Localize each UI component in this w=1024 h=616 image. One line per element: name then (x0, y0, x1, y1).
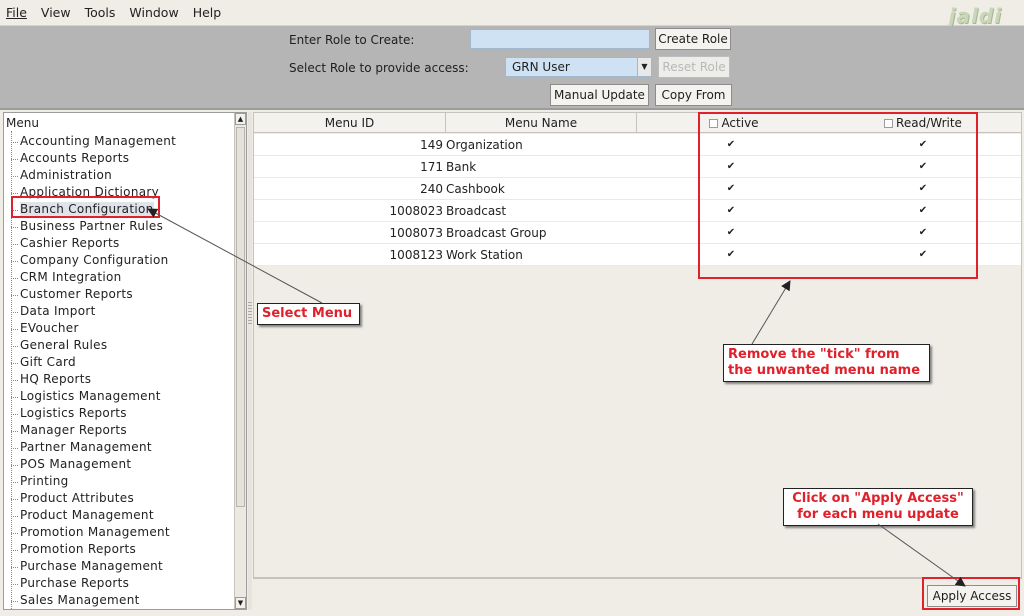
tree-item[interactable]: Logistics Management (11, 389, 161, 403)
menu-tools[interactable]: Tools (85, 5, 116, 20)
tree-item-label: Business Partner Rules (20, 219, 164, 233)
note-remove-tick: Remove the "tick" from the unwanted menu… (723, 344, 930, 382)
tree-item-label: EVoucher (20, 321, 79, 335)
tree-item-label: CRM Integration (20, 270, 122, 284)
tree-item[interactable]: Cashier Reports (11, 236, 120, 250)
highlight-apply-access (922, 577, 1020, 610)
tree-item-label: POS Management (20, 457, 132, 471)
col-menu-name[interactable]: Menu Name (446, 113, 637, 133)
menu-view[interactable]: View (41, 5, 71, 20)
role-toolbar: Enter Role to Create: Create Role Select… (0, 26, 1024, 110)
note-apply-access: Click on "Apply Access" for each menu up… (783, 488, 973, 526)
tree-item-label: Logistics Management (20, 389, 161, 403)
tree-item[interactable]: Product Attributes (10, 491, 135, 505)
scroll-down-icon[interactable]: ▼ (235, 597, 246, 609)
tree-item[interactable]: Administration (10, 168, 113, 182)
tree-item-label: Product Management (20, 508, 154, 522)
select-role-label: Select Role to provide access: (289, 61, 469, 75)
tree-item-label: Logistics Reports (20, 406, 127, 420)
tree-item[interactable]: Promotion Reports (10, 542, 137, 556)
cell-menu-id: 240 (420, 182, 443, 196)
menu-bar: File View Tools Window Help (0, 0, 1024, 26)
tree-item[interactable]: Partner Management (11, 440, 152, 454)
menu-tree: Menu Accounting Management Accounts Repor… (3, 112, 247, 610)
cell-menu-name: Work Station (446, 248, 523, 262)
tree-root[interactable]: Menu (6, 116, 39, 130)
cell-menu-name: Broadcast (446, 204, 507, 218)
tree-item-label: Manager Reports (20, 423, 127, 437)
scroll-up-icon[interactable]: ▲ (235, 113, 246, 125)
tree-item[interactable]: Sales Management (11, 593, 140, 607)
tree-item-label: Purchase Reports (20, 576, 130, 590)
create-role-button[interactable]: Create Role (655, 28, 731, 50)
tree-item-label: Purchase Management (20, 559, 164, 573)
select-role-dropdown[interactable]: GRN User ▼ (505, 57, 652, 77)
tree-item[interactable]: Logistics Reports (11, 406, 127, 420)
create-role-label: Enter Role to Create: (289, 33, 415, 47)
tree-item[interactable]: Purchase Management (10, 559, 164, 573)
tree-item-label: General Rules (20, 338, 108, 352)
cell-menu-id: 171 (420, 160, 443, 174)
tree-item[interactable]: CRM Integration (11, 270, 122, 284)
cell-menu-name: Organization (446, 138, 523, 152)
tree-item[interactable]: Product Management (11, 508, 154, 522)
tree-item-label: Printing (20, 474, 69, 488)
cell-menu-name: Broadcast Group (446, 226, 547, 240)
chevron-down-icon[interactable]: ▼ (637, 58, 651, 76)
tree-item-label: Partner Management (20, 440, 152, 454)
app-logo: jaldi (948, 4, 1002, 28)
table-footer (253, 578, 1022, 612)
tree-item-label: Sales Management (20, 593, 140, 607)
tree-item[interactable]: Company Configuration (11, 253, 169, 267)
tree-item-label: HQ Reports (20, 372, 92, 386)
copy-from-button[interactable]: Copy From (655, 84, 732, 106)
tree-item[interactable]: General Rules (10, 338, 108, 352)
cell-menu-id: 1008123 (389, 248, 443, 262)
tree-item[interactable]: HQ Reports (10, 372, 92, 386)
tree-item[interactable]: Purchase Reports (10, 576, 130, 590)
cell-menu-id: 1008073 (389, 226, 443, 240)
tree-scrollbar[interactable]: ▲ ▼ (234, 113, 246, 609)
tree-item-label: Gift Card (20, 355, 76, 369)
cell-menu-id: 1008023 (389, 204, 443, 218)
tree-item-label: Company Configuration (20, 253, 169, 267)
tree-item[interactable]: POS Management (10, 457, 132, 471)
tree-item-label: Accounts Reports (20, 151, 130, 165)
tree-item[interactable]: Printing (11, 474, 69, 488)
tree-item-label: Promotion Reports (20, 542, 137, 556)
highlight-checkbox-columns (698, 112, 978, 279)
tree-item[interactable]: Manager Reports (11, 423, 127, 437)
tree-item[interactable]: Data Import (11, 304, 96, 318)
menu-window[interactable]: Window (129, 5, 178, 20)
cell-menu-name: Bank (446, 160, 477, 174)
tree-item[interactable]: Accounting Management (10, 134, 177, 148)
tree-item[interactable]: Promotion Management (11, 525, 170, 539)
tree-item-label: Promotion Management (20, 525, 170, 539)
tree-item-label: Customer Reports (20, 287, 133, 301)
scrollbar-thumb[interactable] (236, 127, 245, 507)
tree-item[interactable]: Gift Card (11, 355, 76, 369)
pane-splitter[interactable] (248, 112, 252, 610)
cell-menu-id: 149 (420, 138, 443, 152)
tree-item-label: Data Import (20, 304, 96, 318)
tree-item-label: Product Attributes (20, 491, 135, 505)
tree-item[interactable]: Customer Reports (11, 287, 133, 301)
tree-item-label: Cashier Reports (20, 236, 120, 250)
select-role-value: GRN User (512, 60, 570, 74)
tree-item[interactable]: Business Partner Rules (10, 219, 164, 233)
note-select-menu: Select Menu (257, 303, 360, 325)
tree-item-label: Administration (20, 168, 113, 182)
cell-menu-name: Cashbook (446, 182, 505, 196)
menu-help[interactable]: Help (193, 5, 222, 20)
menu-file[interactable]: File (6, 5, 27, 20)
tree-item[interactable]: Accounts Reports (10, 151, 130, 165)
create-role-input[interactable] (470, 29, 650, 49)
tree-item[interactable]: EVoucher (11, 321, 79, 335)
highlight-branch-configuration (11, 196, 160, 218)
reset-role-button[interactable]: Reset Role (658, 56, 730, 78)
tree-item-label: Accounting Management (20, 134, 177, 148)
splitter-grip[interactable] (248, 302, 252, 326)
col-menu-id[interactable]: Menu ID (254, 113, 446, 133)
manual-update-button[interactable]: Manual Update (550, 84, 649, 106)
